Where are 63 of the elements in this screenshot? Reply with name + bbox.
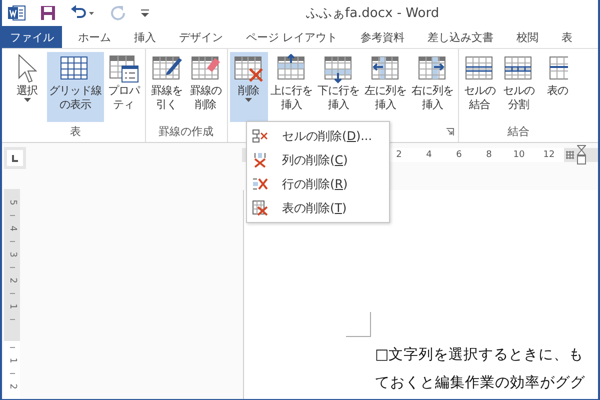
ribbon-tab[interactable]: ページ レイアウト bbox=[246, 26, 338, 48]
ribbon-button[interactable]: プロパティ bbox=[104, 52, 142, 122]
indent-marker-icon[interactable] bbox=[577, 145, 586, 165]
ribbon-button[interactable]: 罫線を引く bbox=[148, 52, 186, 122]
ribbon-tab[interactable]: 挿入 bbox=[134, 26, 156, 48]
ribbon-button[interactable]: 表の bbox=[538, 52, 576, 122]
ruler-number: 3 bbox=[6, 252, 18, 258]
ruler-number: 4 bbox=[425, 149, 433, 162]
ruler-number: 2 bbox=[6, 278, 18, 284]
group-label: 表 bbox=[70, 124, 81, 138]
ribbon-button[interactable]: セルの結合 bbox=[460, 52, 498, 122]
ribbon-button[interactable]: 削除 bbox=[230, 52, 268, 122]
corner-mark bbox=[346, 312, 371, 337]
caret-icon bbox=[245, 98, 252, 102]
ribbon-tab[interactable]: 校閲 bbox=[516, 26, 538, 48]
ruler-number: 6 bbox=[455, 149, 463, 162]
menu-item[interactable]: 表の削除(T) bbox=[247, 196, 389, 220]
word-logo-icon[interactable] bbox=[8, 5, 26, 21]
menu-item[interactable]: 行の削除(R) bbox=[247, 172, 389, 196]
document-text: ておくと編集作業の効率がググ bbox=[375, 374, 585, 393]
ribbon-tab[interactable]: ファイル bbox=[2, 26, 62, 48]
ribbon-tab[interactable]: ホーム bbox=[78, 26, 111, 48]
cursor-icon bbox=[17, 54, 37, 84]
save-icon[interactable] bbox=[40, 5, 56, 21]
caret-icon bbox=[24, 98, 30, 102]
ribbon-button[interactable]: 下に行を挿入 bbox=[316, 52, 362, 122]
ruler-number: 12 bbox=[542, 149, 556, 162]
delete-table-icon bbox=[252, 200, 268, 216]
ribbon-button[interactable]: グリッド線の表示 bbox=[47, 52, 104, 122]
group-label: 結合 bbox=[508, 124, 530, 138]
ribbon-button[interactable]: セルの分割 bbox=[500, 52, 538, 122]
window-title: ふふぁfa.docx - Word bbox=[306, 5, 440, 22]
menu-item[interactable]: セルの削除(D)... bbox=[247, 124, 389, 148]
ruler-number: 1 bbox=[6, 358, 18, 364]
ribbon-button[interactable]: 選択 bbox=[8, 52, 46, 122]
ribbon-tab[interactable]: 表 bbox=[562, 26, 572, 48]
ruler-number: 5 bbox=[6, 200, 18, 206]
ribbon-tab[interactable]: 差し込み文書 bbox=[428, 26, 494, 48]
ribbon-tab[interactable]: 参考資料 bbox=[360, 26, 404, 48]
ribbon-button[interactable]: 上に行を挿入 bbox=[268, 52, 314, 122]
table-grid-icon bbox=[322, 54, 354, 84]
table-grid-icon bbox=[232, 54, 264, 84]
customize-icon[interactable] bbox=[140, 7, 150, 19]
table-marker-icon[interactable] bbox=[566, 151, 574, 159]
ribbon-tab[interactable]: デザイン bbox=[179, 26, 223, 48]
ribbon-button[interactable]: 左に列を挿入 bbox=[362, 52, 408, 122]
dialog-launcher-icon[interactable] bbox=[446, 128, 454, 136]
delete-row-icon bbox=[252, 176, 268, 192]
table-properties-icon bbox=[108, 54, 140, 84]
undo-icon[interactable] bbox=[70, 5, 96, 21]
ribbon-button[interactable]: 右に列を挿入 bbox=[410, 52, 456, 122]
ruler-number: 10 bbox=[512, 149, 526, 162]
ribbon-button[interactable]: 罫線の削除 bbox=[186, 52, 224, 122]
delete-cells-icon bbox=[252, 128, 268, 144]
tab-selector-icon[interactable] bbox=[4, 147, 26, 169]
ruler-number: 1 bbox=[6, 304, 18, 310]
group-label: 罫線の作成 bbox=[158, 124, 214, 138]
ruler-number: 4 bbox=[6, 226, 18, 232]
document-text: □文字列を選択するときに、も bbox=[375, 346, 585, 365]
ruler-number: 8 bbox=[485, 149, 493, 162]
delete-column-icon bbox=[252, 152, 268, 168]
ruler-number: 2 bbox=[395, 149, 403, 162]
ruler-number: 2 bbox=[6, 384, 18, 390]
